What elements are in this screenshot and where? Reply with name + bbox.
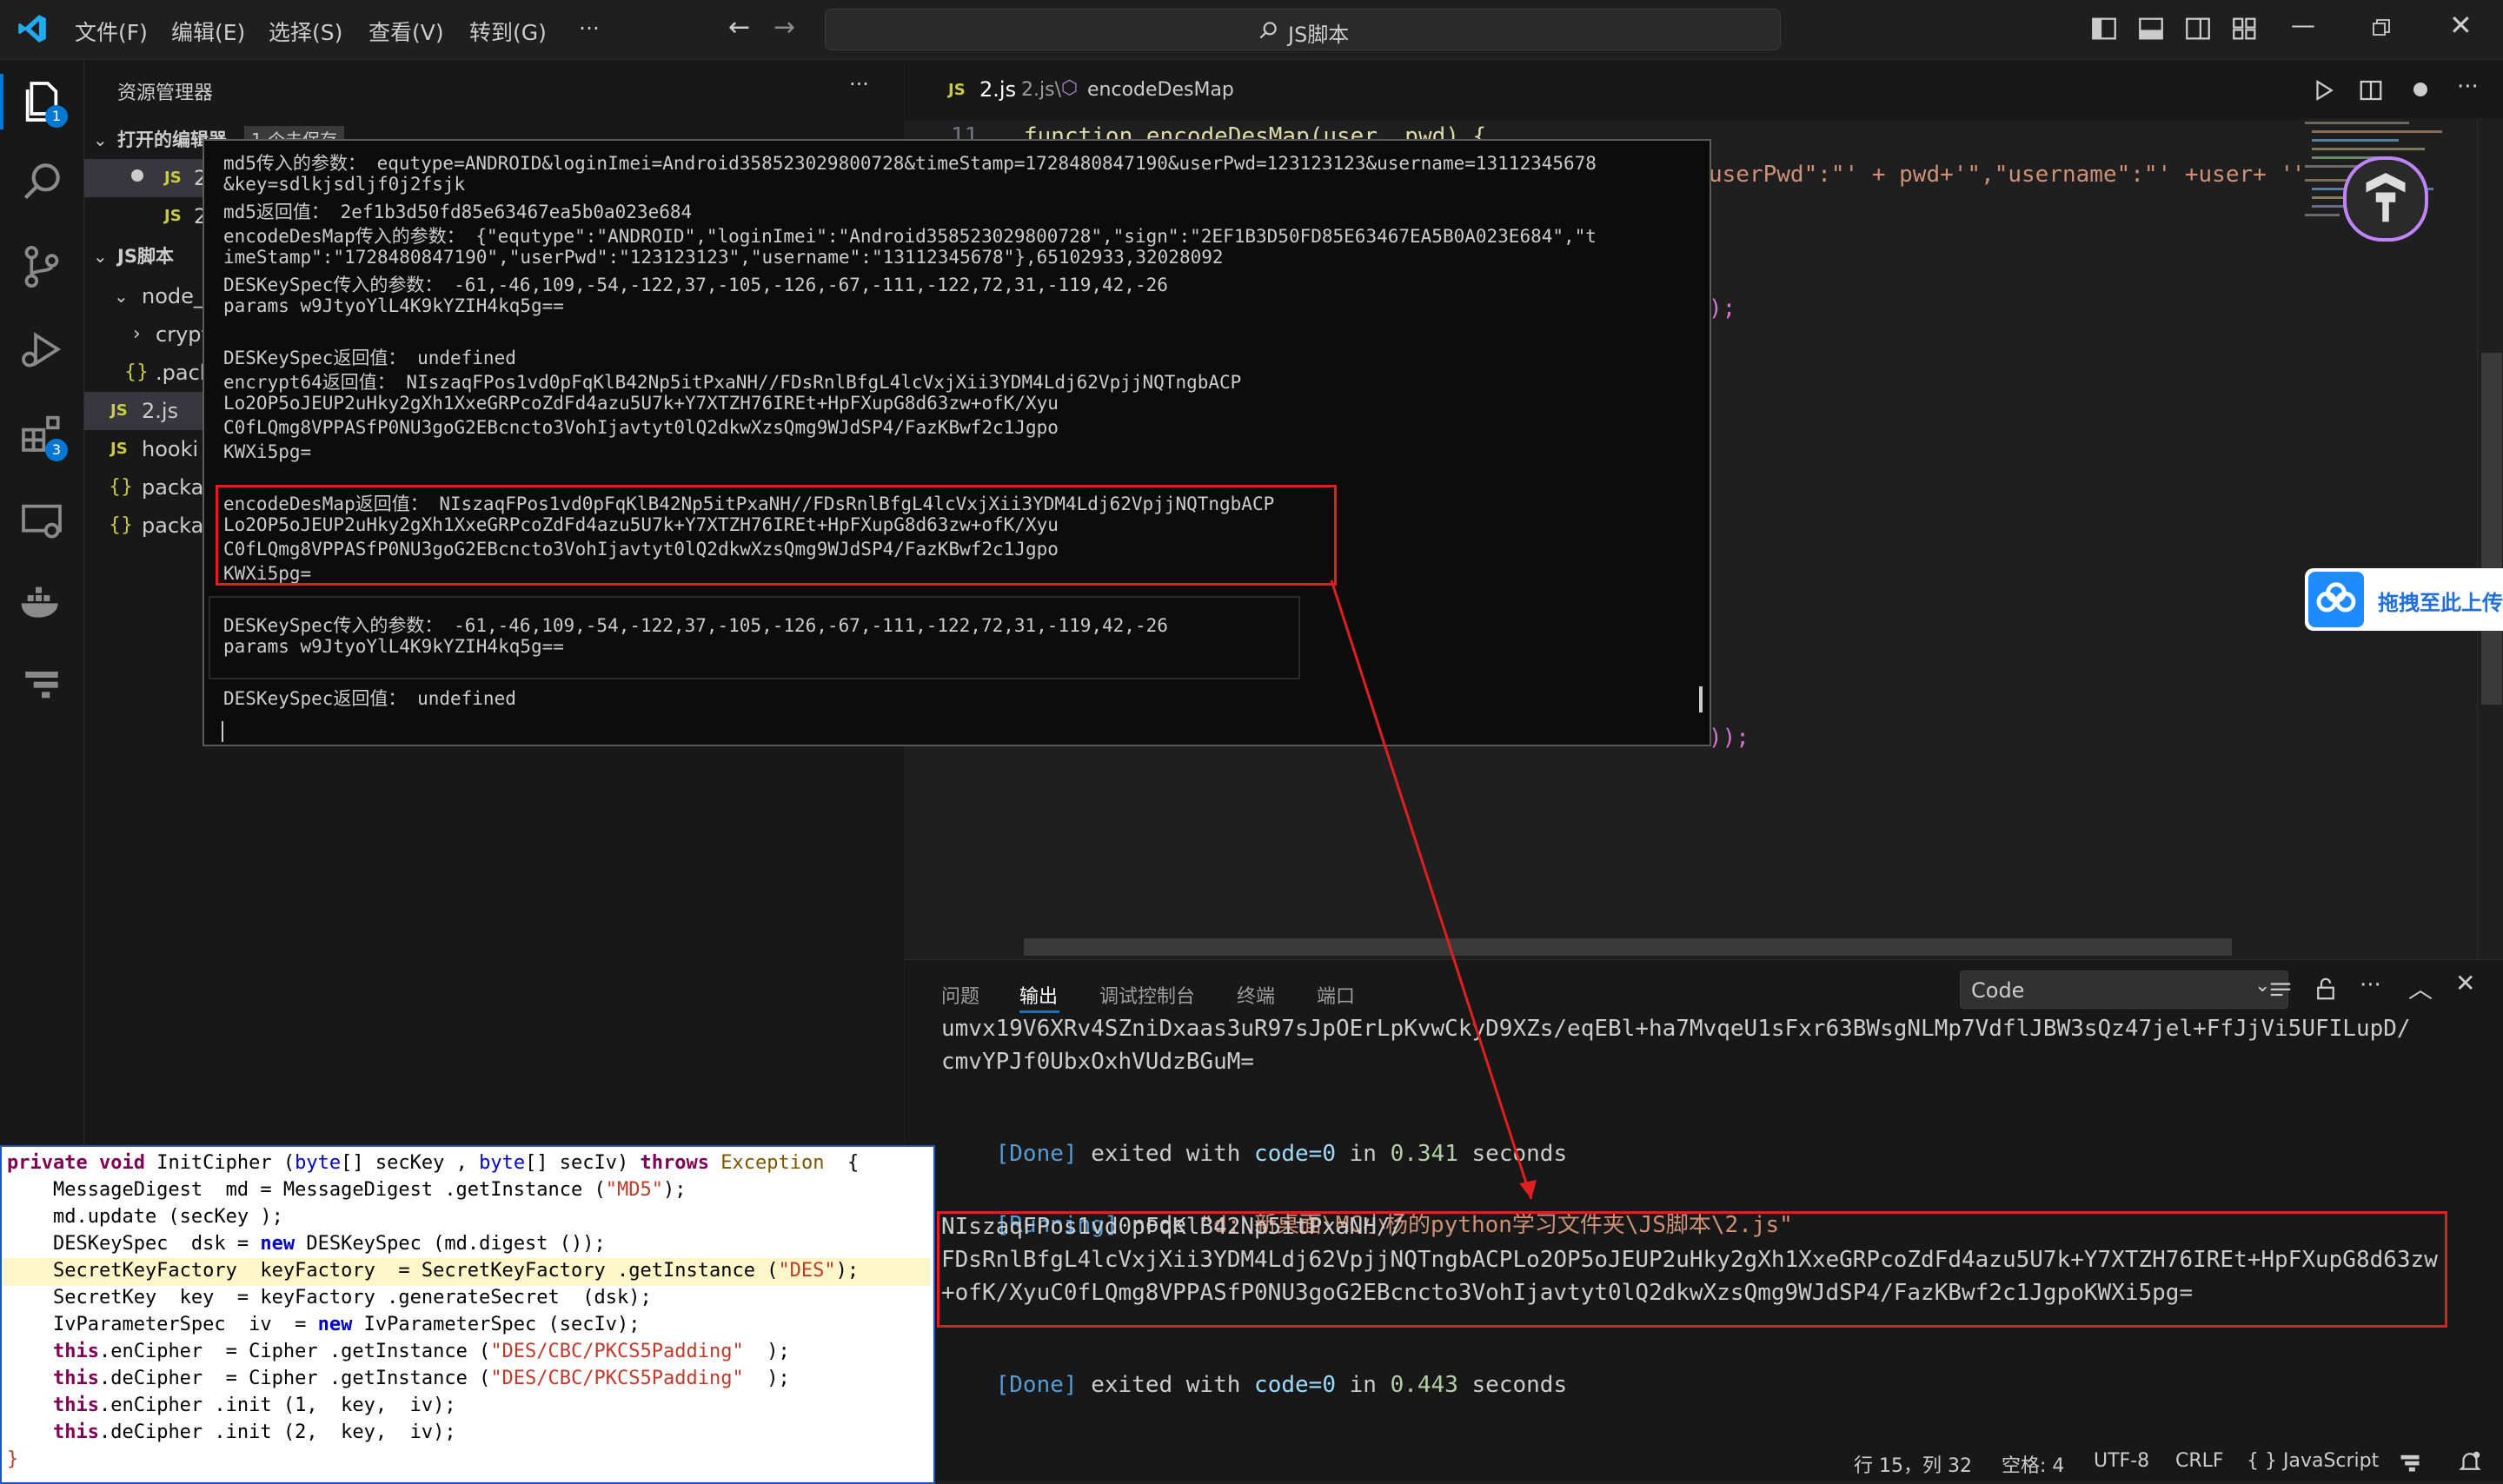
java-line: this.enCipher .init (1, key, iv); [52, 1395, 456, 1416]
java-line: this.enCipher = Cipher .getInstance ("DE… [52, 1341, 790, 1362]
java-line: SecretKey key = keyFactory .generateSecr… [7, 1287, 652, 1308]
java-line: SecretKeyFactory keyFactory = SecretKeyF… [7, 1260, 860, 1282]
java-line: this.deCipher = Cipher .getInstance ("DE… [52, 1368, 790, 1389]
java-code-snippet: private void InitCipher (byte[] secKey ,… [0, 1145, 935, 1484]
java-line: this.deCipher .init (2, key, iv); [52, 1421, 456, 1443]
java-line: } [7, 1448, 19, 1470]
java-line: IvParameterSpec iv = new IvParameterSpec… [7, 1314, 641, 1335]
java-line: private void InitCipher (byte[] secKey ,… [7, 1152, 860, 1174]
java-line: MessageDigest md = MessageDigest .getIns… [7, 1179, 687, 1201]
java-line: md.update (secKey ); [7, 1206, 283, 1228]
java-line: DESKeySpec dsk = new DESKeySpec (md.dige… [7, 1233, 606, 1255]
